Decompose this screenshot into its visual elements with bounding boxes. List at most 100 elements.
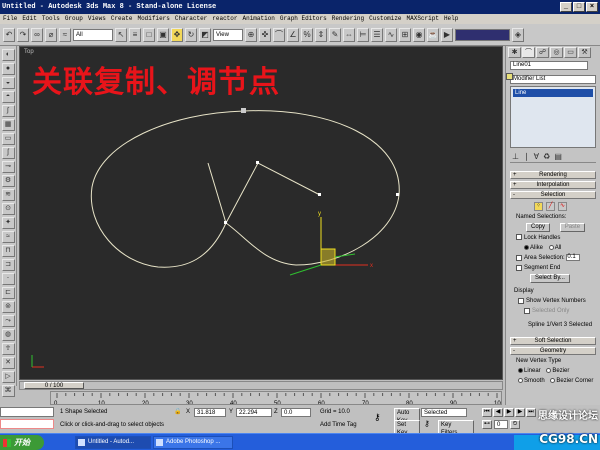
selection-rollout[interactable]: - Selection	[510, 191, 596, 199]
snap-toggle-icon[interactable]: ⌒	[273, 27, 285, 42]
select-object-icon[interactable]: ↖	[115, 27, 127, 42]
vertex-level-icon[interactable]: ⁘	[534, 202, 543, 211]
spline-line01[interactable]	[90, 110, 400, 268]
remove-modifier-icon[interactable]: ♻	[543, 152, 550, 161]
viewport-scene[interactable]: y x	[20, 47, 503, 380]
unlink-icon[interactable]: ⌀	[45, 27, 57, 42]
maximize-button[interactable]: □	[573, 2, 585, 12]
taskbar-item-3dsmax[interactable]: Untitled - Autod...	[75, 436, 151, 449]
point-to-point-icon[interactable]: ⋅	[1, 273, 15, 285]
menu-edit[interactable]: Edit	[22, 14, 36, 24]
deforming-mesh-icon[interactable]: ▦	[1, 119, 15, 131]
menu-group[interactable]: Group	[65, 14, 83, 24]
render-last-icon[interactable]: ◈	[512, 27, 524, 42]
segment-end-checkbox[interactable]	[516, 264, 522, 271]
prismatic-icon[interactable]: ⊏	[1, 287, 15, 299]
fracture-icon[interactable]: ✦	[1, 217, 15, 229]
object-color-swatch[interactable]	[506, 73, 513, 80]
redo-icon[interactable]: ↷	[17, 27, 29, 42]
menu-reactor[interactable]: reactor	[212, 14, 237, 24]
selection-filter-dropdown[interactable]: All	[73, 28, 113, 41]
named-selection-icon[interactable]: ✎	[329, 27, 341, 42]
key-icon[interactable]: ⚷	[374, 413, 381, 422]
menu-file[interactable]: File	[3, 14, 17, 24]
mini-listener-output[interactable]	[0, 419, 54, 429]
area-selection-spinner[interactable]: 0.1	[566, 254, 581, 261]
dashpot-icon[interactable]: ⊸	[1, 161, 15, 173]
vertex-cross[interactable]	[224, 221, 227, 224]
menu-character[interactable]: Character	[175, 14, 207, 24]
set-key-icon[interactable]: ⚷	[424, 419, 430, 428]
time-slider[interactable]: 0 / 100	[19, 381, 503, 390]
vertex-inner[interactable]	[318, 193, 321, 196]
show-vertex-numbers-checkbox[interactable]	[518, 297, 524, 304]
minimize-button[interactable]: _	[560, 2, 572, 12]
undo-icon[interactable]: ↶	[3, 27, 15, 42]
link-icon[interactable]: ∞	[31, 27, 43, 42]
manipulate-icon[interactable]: ✜	[259, 27, 271, 42]
mirror-icon[interactable]: ⇔	[343, 27, 355, 42]
bezier-radio[interactable]	[546, 368, 552, 373]
modify-tab-icon[interactable]: ⌒	[522, 47, 535, 58]
z-coordinate-field[interactable]: 0.0	[281, 408, 311, 417]
show-end-result-icon[interactable]: ❘	[523, 152, 530, 161]
vertex-top[interactable]	[241, 108, 246, 113]
utilities-tab-icon[interactable]: ⚒	[578, 47, 591, 58]
segment-level-icon[interactable]: ╱	[546, 202, 555, 211]
copy-button[interactable]: Copy	[526, 223, 551, 232]
mini-listener[interactable]	[0, 407, 54, 417]
selected-only-checkbox[interactable]	[524, 307, 530, 314]
interpolation-rollout[interactable]: + Interpolation	[510, 181, 596, 189]
rope-icon[interactable]: ∫	[1, 105, 15, 117]
modifier-list-dropdown[interactable]: Modifier List	[510, 75, 596, 84]
bind-space-warp-icon[interactable]: ≈	[59, 27, 71, 42]
spinner-snap-icon[interactable]: ⇕	[315, 27, 327, 42]
plane-icon[interactable]: ▭	[1, 133, 15, 145]
close-button[interactable]: ×	[586, 2, 598, 12]
hierarchy-tab-icon[interactable]: ☍	[536, 47, 549, 58]
render-scene-icon[interactable]: ☕	[427, 27, 439, 42]
select-by-name-icon[interactable]: ≡	[129, 27, 141, 42]
modifier-stack[interactable]: Line	[510, 86, 596, 148]
schematic-view-icon[interactable]: ⊞	[399, 27, 411, 42]
key-mode-dropdown[interactable]: Selected	[421, 408, 467, 417]
lock-selection-icon[interactable]: 🔒	[174, 408, 181, 417]
wind-icon[interactable]: ≋	[1, 189, 15, 201]
current-frame-field[interactable]: 0	[494, 420, 508, 429]
percent-snap-icon[interactable]: %	[301, 27, 313, 42]
key-mode-toggle-icon[interactable]: ⊷	[482, 420, 492, 429]
track-bar[interactable]: 0102030405060708090100	[50, 391, 502, 405]
display-tab-icon[interactable]: ▭	[564, 47, 577, 58]
select-scale-icon[interactable]: ◩	[199, 27, 211, 42]
reactor-icon[interactable]: ◐	[1, 49, 15, 61]
all-radio[interactable]	[548, 244, 554, 250]
preview-icon[interactable]: ▷	[1, 371, 15, 383]
menu-rendering[interactable]: Rendering	[332, 14, 364, 24]
area-selection-checkbox[interactable]	[516, 254, 522, 261]
menu-graph-editors[interactable]: Graph Editors	[280, 14, 327, 24]
object-name-field[interactable]: Line01	[510, 61, 588, 70]
go-to-start-icon[interactable]: ⏮	[482, 408, 492, 417]
curve-editor-icon[interactable]: ∿	[385, 27, 397, 42]
constraint-icon[interactable]: ⊓	[1, 245, 15, 257]
bezier-corner-radio[interactable]	[550, 378, 556, 383]
menu-views[interactable]: Views	[88, 14, 106, 24]
previous-frame-icon[interactable]: ◀	[493, 408, 503, 417]
ball-socket-icon[interactable]: ◍	[1, 329, 15, 341]
pivot-center-icon[interactable]: ⊕	[245, 27, 257, 42]
water-icon[interactable]: ≈	[1, 231, 15, 243]
hinge-icon[interactable]: ⊐	[1, 259, 15, 271]
menu-animation[interactable]: Animation	[243, 14, 275, 24]
menu-tools[interactable]: Tools	[42, 14, 60, 24]
material-editor-icon[interactable]: ◉	[413, 27, 425, 42]
menu-maxscript[interactable]: MAXScript	[407, 14, 439, 24]
toy-car-icon[interactable]: ⊙	[1, 203, 15, 215]
vertex-peak[interactable]	[256, 161, 259, 164]
point-to-path-icon[interactable]: ⤳	[1, 315, 15, 327]
lock-handles-checkbox[interactable]	[516, 234, 522, 241]
menu-modifiers[interactable]: Modifiers	[137, 14, 169, 24]
top-viewport[interactable]: Top 关联复制、调节点 y x	[19, 46, 503, 380]
y-coordinate-field[interactable]: 22.294	[236, 408, 272, 417]
select-rotate-icon[interactable]: ↻	[185, 27, 197, 42]
motion-tab-icon[interactable]: ◎	[550, 47, 563, 58]
